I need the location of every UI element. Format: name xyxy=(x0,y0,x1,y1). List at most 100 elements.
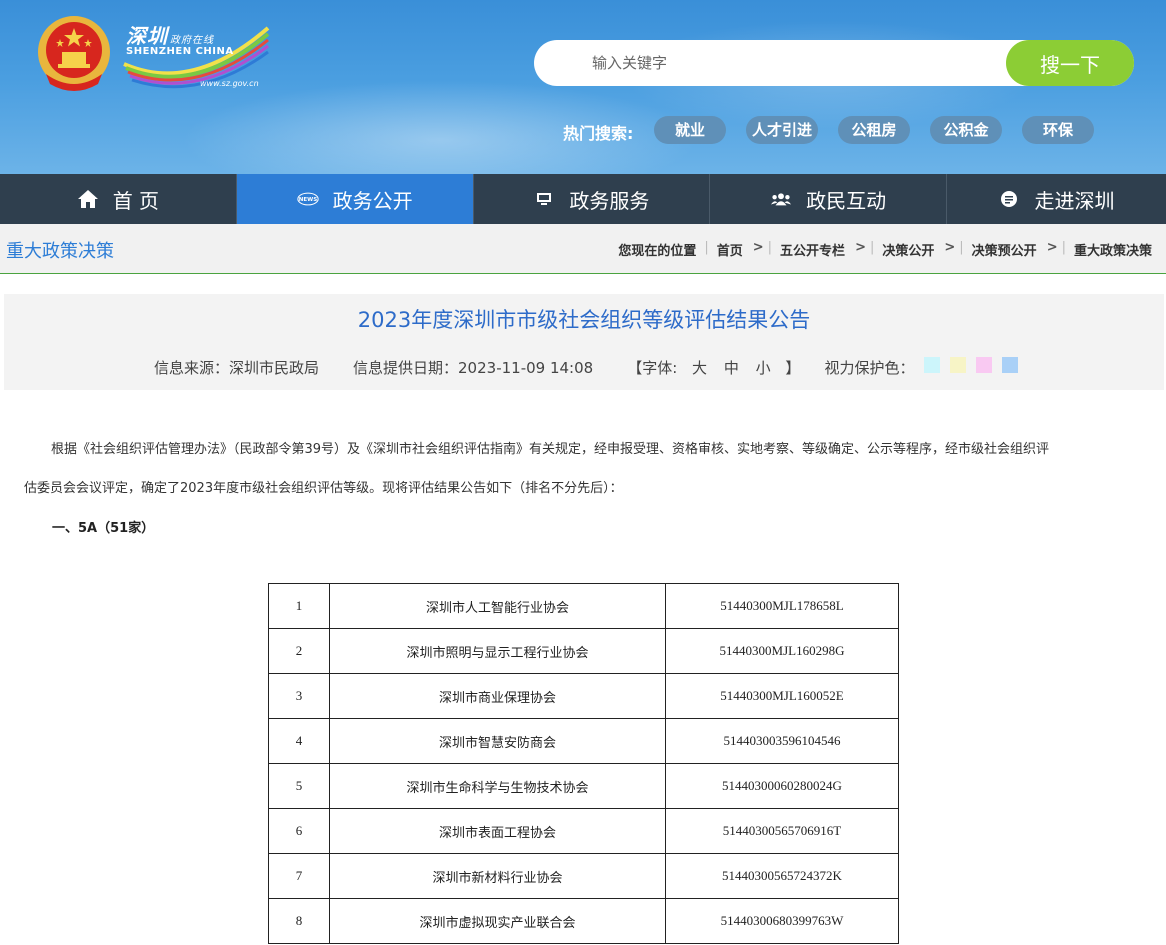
national-emblem-icon[interactable] xyxy=(36,14,112,92)
breadcrumb-decision-public[interactable]: 决策公开 xyxy=(882,240,934,259)
svg-text:NEWS: NEWS xyxy=(298,197,316,203)
breadcrumb-divider: | xyxy=(767,240,773,255)
article-title: 2023年度深圳市市级社会组织等级评估结果公告 xyxy=(357,308,811,332)
nav-item-label: 政务服务 xyxy=(569,188,650,213)
org-name: 深圳市照明与显示工程行业协会 xyxy=(329,628,666,674)
table-row: 1 深圳市人工智能行业协会 51440300MJL178658L xyxy=(268,583,899,629)
search-box: 搜一下 xyxy=(534,40,1134,86)
org-code: 51440300565706916T xyxy=(665,808,899,854)
font-size-small[interactable]: 小 xyxy=(756,359,771,377)
breadcrumb-separator: > xyxy=(855,240,866,255)
article-paragraph: 根据《社会组织评估管理办法》（民政部令第39号）及《深圳市社会组织评估指南》有关… xyxy=(24,429,1144,470)
nav-item-label: 走进深圳 xyxy=(1034,188,1115,213)
breadcrumb-decision-prepublic[interactable]: 决策预公开 xyxy=(972,240,1037,259)
hot-search-label: 热门搜索: xyxy=(563,124,634,143)
eye-protect-label: 视力保护色： xyxy=(824,359,915,377)
hot-tag-housing-fund[interactable]: 公积金 xyxy=(930,116,1002,144)
org-name: 深圳市新材料行业协会 xyxy=(329,853,666,899)
eye-color-cyan[interactable] xyxy=(924,357,941,373)
news-icon: NEWS xyxy=(296,188,319,210)
row-number: 3 xyxy=(268,673,330,719)
breadcrumb-divider: | xyxy=(959,240,964,255)
font-size-control: 【字体: 大 中 小 】 xyxy=(627,357,800,378)
org-code: 514403003596104546 xyxy=(665,718,899,764)
row-number: 1 xyxy=(268,583,330,629)
paragraph-line: 估委员会会议评定，确定了2023年度市级社会组织评估等级。现将评估结果公告如下（… xyxy=(24,481,623,496)
row-number: 7 xyxy=(268,853,330,899)
breadcrumb-separator: > xyxy=(752,240,764,255)
site-logo-english: SHENZHEN CHINA xyxy=(126,46,234,57)
org-code: 51440300060280024G xyxy=(665,763,899,809)
font-size-end: 】 xyxy=(785,359,801,377)
info-bubble-icon xyxy=(998,188,1020,210)
table-row: 2 深圳市照明与显示工程行业协会 51440300MJL160298G xyxy=(268,628,899,674)
org-code: 51440300MJL160298G xyxy=(665,628,899,674)
font-size-large[interactable]: 大 xyxy=(692,359,707,377)
article-meta: 信息来源：深圳市民政局 信息提供日期：2023-11-09 14:08 【字体:… xyxy=(154,357,1019,378)
row-number: 5 xyxy=(268,763,330,809)
row-number: 4 xyxy=(268,718,330,764)
org-code: 51440300MJL160052E xyxy=(665,673,899,719)
search-input[interactable] xyxy=(592,40,992,86)
table-row: 7 深圳市新材料行业协会 51440300565724372K xyxy=(268,853,899,899)
row-number: 8 xyxy=(268,898,330,944)
breadcrumb-separator: > xyxy=(1046,240,1058,255)
table-row: 3 深圳市商业保理协会 51440300MJL160052E xyxy=(268,673,899,719)
people-icon xyxy=(770,188,792,210)
hot-tag-talent[interactable]: 人才引进 xyxy=(746,116,818,144)
table-row: 8 深圳市虚拟现实产业联合会 51440300680399763W xyxy=(268,898,899,944)
site-url: www.sz.gov.cn xyxy=(200,79,259,88)
org-name: 深圳市表面工程协会 xyxy=(329,808,666,854)
nav-item-gov-services[interactable]: 政务服务 xyxy=(474,174,711,224)
org-name: 深圳市商业保理协会 xyxy=(329,673,666,719)
nav-item-label: 首 页 xyxy=(112,188,160,213)
monitor-icon xyxy=(533,188,555,210)
org-name: 深圳市智慧安防商会 xyxy=(329,718,666,764)
breadcrumb-bar: 重大政策决策 您现在的位置 | 首页 > | 五公开专栏 > | 决策公开 > … xyxy=(0,224,1166,274)
org-name: 深圳市人工智能行业协会 xyxy=(329,583,666,629)
nav-item-home[interactable]: 首 页 xyxy=(0,174,237,224)
font-size-label: 【字体: xyxy=(627,359,678,377)
breadcrumb-divider: | xyxy=(704,240,709,255)
hot-tag-employment[interactable]: 就业 xyxy=(654,116,726,144)
hot-tag-environment[interactable]: 环保 xyxy=(1022,116,1094,144)
breadcrumb-divider: | xyxy=(869,240,875,255)
site-logo-text[interactable]: 深圳 政府在线 xyxy=(126,20,214,49)
table-row: 4 深圳市智慧安防商会 514403003596104546 xyxy=(268,718,899,764)
eye-color-yellow[interactable] xyxy=(950,357,967,373)
article-source: 信息来源：深圳市民政局 xyxy=(154,359,320,377)
hot-tag-public-housing[interactable]: 公租房 xyxy=(838,116,910,144)
home-icon xyxy=(77,188,99,210)
nav-item-interaction[interactable]: 政民互动 xyxy=(710,174,947,224)
eye-color-blue[interactable] xyxy=(1002,357,1019,373)
breadcrumb-home[interactable]: 首页 xyxy=(717,240,743,259)
header-banner: 深圳政府在线 SHENZHEN CHINA www.sz.gov.cn 搜一下 … xyxy=(0,0,1166,174)
breadcrumb-divider: | xyxy=(1061,240,1066,255)
table-row: 5 深圳市生命科学与生物技术协会 51440300060280024G xyxy=(268,763,899,809)
organization-table: 1 深圳市人工智能行业协会 51440300MJL178658L 2 深圳市照明… xyxy=(268,583,899,944)
section-title[interactable]: 重大政策决策 xyxy=(6,237,114,263)
breadcrumb-major-policy[interactable]: 重大政策决策 xyxy=(1074,240,1152,259)
article-date: 信息提供日期：2023-11-09 14:08 xyxy=(353,359,594,377)
font-size-medium[interactable]: 中 xyxy=(724,359,739,377)
section-subheading: 一、5A（51家） xyxy=(52,521,155,536)
row-number: 2 xyxy=(268,628,330,674)
article-paragraph-cont: 估委员会会议评定，确定了2023年度市级社会组织评估等级。现将评估结果公告如下（… xyxy=(24,468,1144,509)
org-code: 51440300565724372K xyxy=(665,853,899,899)
row-number: 6 xyxy=(268,808,330,854)
nav-item-gov-affairs[interactable]: NEWS 政务公开 xyxy=(236,174,474,224)
org-code: 51440300680399763W xyxy=(665,898,899,944)
nav-item-label: 政民互动 xyxy=(806,188,887,213)
nav-item-about-shenzhen[interactable]: 走进深圳 xyxy=(947,174,1166,224)
breadcrumb: 您现在的位置 | 首页 > | 五公开专栏 > | 决策公开 > | 决策预公开… xyxy=(618,240,1152,259)
breadcrumb-five-public[interactable]: 五公开专栏 xyxy=(780,240,845,259)
main-nav: 首 页 NEWS 政务公开 政务服务 政民互动 走进深圳 xyxy=(0,174,1166,224)
org-name: 深圳市生命科学与生物技术协会 xyxy=(329,763,666,809)
breadcrumb-separator: > xyxy=(944,240,956,255)
search-button[interactable]: 搜一下 xyxy=(1006,40,1134,86)
table-row: 6 深圳市表面工程协会 51440300565706916T xyxy=(268,808,899,854)
org-code: 51440300MJL178658L xyxy=(665,583,899,629)
nav-item-label: 政务公开 xyxy=(332,188,413,213)
org-name: 深圳市虚拟现实产业联合会 xyxy=(329,898,666,944)
eye-color-pink[interactable] xyxy=(976,357,993,373)
